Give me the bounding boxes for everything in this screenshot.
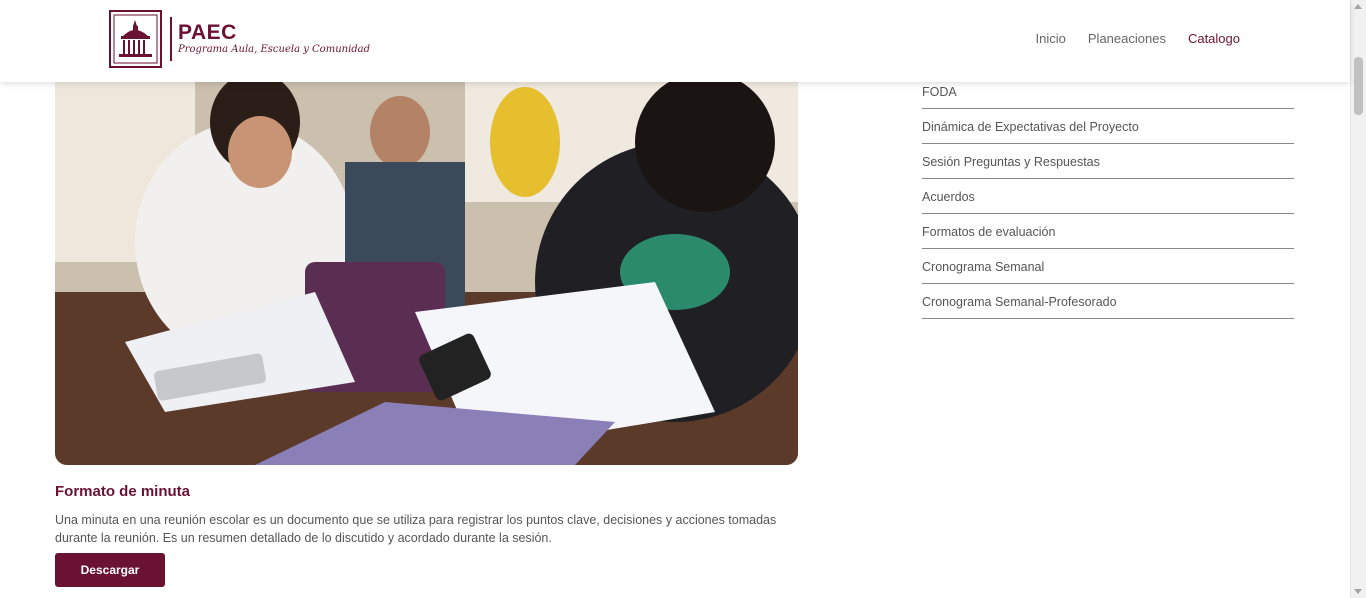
logo-title: PAEC	[178, 21, 237, 44]
sidebar-item-dinamica[interactable]: Dinámica de Expectativas del Proyecto	[922, 109, 1294, 144]
sidebar-item-foda[interactable]: FODA	[922, 82, 1294, 109]
capitol-logo-icon	[109, 10, 162, 68]
nav-inicio[interactable]: Inicio	[1036, 31, 1066, 46]
site-header: PAEC Programa Aula, Escuela y Comunidad …	[0, 0, 1350, 82]
logo[interactable]: PAEC Programa Aula, Escuela y Comunidad	[109, 9, 370, 69]
main-nav: Inicio Planeaciones Catalogo	[1036, 31, 1240, 46]
nav-catalogo[interactable]: Catalogo	[1188, 31, 1240, 46]
logo-text: PAEC Programa Aula, Escuela y Comunidad	[178, 22, 370, 56]
post-description: Una minuta en una reunión escolar es un …	[55, 513, 777, 545]
download-button[interactable]: Descargar	[55, 553, 165, 587]
scroll-up-icon[interactable]	[1354, 4, 1362, 9]
sidebar-item-formatos[interactable]: Formatos de evaluación	[922, 214, 1294, 249]
sidebar-item-cronograma[interactable]: Cronograma Semanal	[922, 249, 1294, 284]
sidebar-list: FODA Dinámica de Expectativas del Proyec…	[922, 82, 1294, 319]
scroll-down-icon[interactable]	[1354, 589, 1362, 594]
vertical-scrollbar[interactable]	[1350, 0, 1366, 598]
logo-subtitle: Programa Aula, Escuela y Comunidad	[178, 44, 371, 55]
sidebar-item-sesion[interactable]: Sesión Preguntas y Respuestas	[922, 144, 1294, 179]
nav-planeaciones[interactable]: Planeaciones	[1088, 31, 1166, 46]
scroll-thumb[interactable]	[1354, 57, 1363, 115]
sidebar-item-cronograma-profesorado[interactable]: Cronograma Semanal-Profesorado	[922, 284, 1294, 319]
logo-divider	[170, 17, 172, 61]
post-title: Formato de minuta	[55, 483, 191, 500]
sidebar-item-acuerdos[interactable]: Acuerdos	[922, 179, 1294, 214]
hero-image	[55, 82, 798, 465]
